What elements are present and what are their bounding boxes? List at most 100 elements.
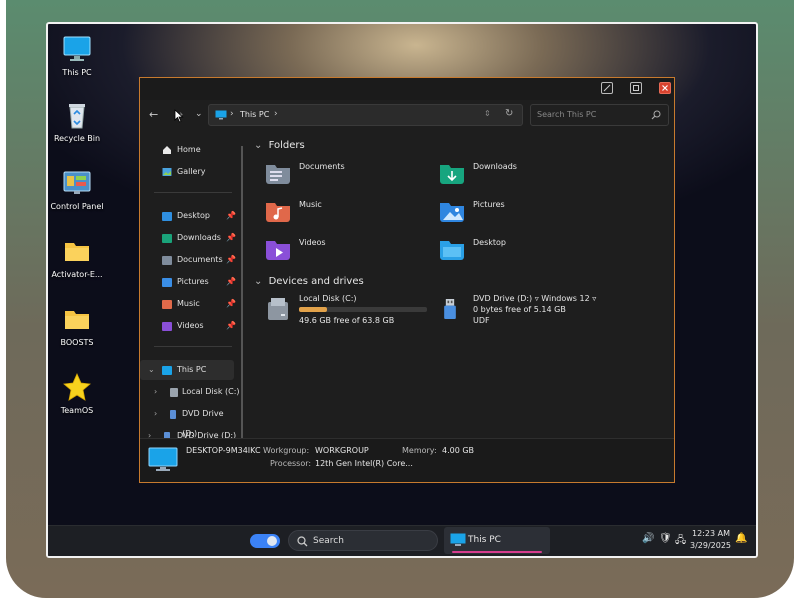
sidebar-item-label: Pictures [177, 277, 209, 286]
devices-section-header[interactable]: ⌄ Devices and drives [254, 276, 364, 287]
folder-videos[interactable]: Videos [266, 236, 436, 270]
close-button[interactable] [659, 82, 671, 94]
videos-folder-icon [266, 241, 290, 260]
documents-folder-icon [266, 165, 290, 184]
sidebar-item-label: Music [177, 299, 200, 308]
desktop-icon-boosts[interactable]: BOOSTS [48, 304, 112, 347]
navigation-toolbar: ← → ⌄ › This PC › ⇕ ↻ Search This PC [140, 102, 674, 128]
clock-time[interactable]: 12:23 AM [690, 529, 730, 538]
folder-downloads[interactable]: Downloads [440, 160, 610, 194]
pictures-folder-icon [162, 278, 172, 287]
desktop-screen: This PC Recycle Bin Control Panel Activa… [46, 22, 758, 558]
chevron-right-icon[interactable]: › [154, 404, 157, 424]
pin-icon[interactable]: 📌 [226, 250, 236, 270]
usb-drive-icon [170, 410, 176, 419]
gallery-icon [162, 168, 172, 176]
desktop-icon-this-pc[interactable]: This PC [48, 34, 112, 77]
notification-bell-icon[interactable]: 🔔 [735, 533, 747, 544]
breadcrumb-this-pc[interactable]: This PC [240, 110, 269, 119]
chevron-down-icon[interactable]: ⌄ [148, 360, 155, 380]
desktop-icon-label: Recycle Bin [53, 134, 101, 143]
sidebar-item-label: Documents [177, 255, 223, 264]
maximize-button[interactable] [630, 82, 642, 94]
sidebar-item-home[interactable]: Home [140, 140, 240, 160]
pin-icon[interactable]: 📌 [226, 316, 236, 336]
taskbar-search-label: Search [313, 536, 344, 546]
drive-local-disk[interactable]: Local Disk (C:) 49.6 GB free of 63.8 GB [266, 294, 436, 328]
taskbar: Search This PC 🔊 🛡 🖧 12:23 AM 3/29/2025 … [48, 525, 756, 556]
security-icon[interactable]: 🛡 [659, 533, 672, 544]
minimize-button[interactable] [601, 82, 613, 94]
downloads-folder-icon [162, 234, 172, 243]
taskbar-search[interactable]: Search [288, 530, 438, 551]
recycle-bin-icon [69, 104, 85, 129]
folder-label: Desktop [473, 238, 506, 247]
clock-date[interactable]: 3/29/2025 [690, 541, 731, 550]
maximize-icon [633, 85, 639, 91]
search-icon [651, 110, 661, 120]
sidebar-item-label: This PC [177, 365, 207, 374]
details-pane: DESKTOP-9M34IKC Workgroup: WORKGROUP Mem… [140, 438, 674, 482]
toggle-knob [267, 536, 277, 546]
breadcrumb-separator: › [230, 109, 234, 119]
back-arrow-icon[interactable]: ← [149, 108, 158, 121]
address-dropdown-icon[interactable]: ⇕ [484, 109, 491, 118]
drive-usage-bar [299, 307, 427, 312]
sidebar-item-music[interactable]: Music 📌 [140, 294, 240, 314]
pin-icon[interactable]: 📌 [226, 206, 236, 226]
drive-icon [170, 388, 178, 397]
drive-dvd[interactable]: DVD Drive (D:) ▿ Windows 12 ▿ 0 bytes fr… [440, 294, 640, 328]
refresh-icon[interactable]: ↻ [505, 108, 513, 119]
close-icon [662, 85, 668, 91]
workgroup-label: Workgroup: [263, 446, 310, 455]
file-explorer-window: ← → ⌄ › This PC › ⇕ ↻ Search This PC [139, 77, 675, 483]
breadcrumb-chevron-icon[interactable]: › [274, 109, 278, 119]
desktop-icon-label: Activator-E... [51, 270, 103, 279]
sidebar-item-downloads[interactable]: Downloads 📌 [140, 228, 240, 248]
drive-label: DVD Drive (D:) ▿ Windows 12 ▿ [473, 294, 597, 303]
section-title: Devices and drives [268, 276, 364, 287]
search-box[interactable]: Search This PC [530, 104, 669, 126]
sidebar-item-label: Downloads [177, 233, 221, 242]
network-icon[interactable]: 🖧 [675, 533, 686, 550]
star-icon [63, 373, 91, 401]
sidebar-item-label: Videos [177, 321, 204, 330]
sidebar-item-desktop[interactable]: Desktop 📌 [140, 206, 240, 226]
folders-section-header[interactable]: ⌄ Folders [254, 140, 305, 151]
widgets-toggle[interactable] [250, 534, 280, 548]
sidebar-item-videos[interactable]: Videos 📌 [140, 316, 240, 336]
sidebar-item-pictures[interactable]: Pictures 📌 [140, 272, 240, 292]
sidebar-item-gallery[interactable]: Gallery [140, 162, 240, 182]
chevron-down-icon: ⌄ [254, 276, 263, 287]
sidebar-item-documents[interactable]: Documents 📌 [140, 250, 240, 270]
chevron-right-icon[interactable]: › [154, 382, 157, 402]
processor-value: 12th Gen Intel(R) Core... [315, 459, 413, 468]
folder-music[interactable]: Music [266, 198, 436, 232]
folder-desktop[interactable]: Desktop [440, 236, 610, 270]
search-input-placeholder: Search This PC [537, 110, 597, 119]
address-bar[interactable]: › This PC › ⇕ ↻ [208, 104, 523, 126]
desktop-icon-label: Control Panel [50, 202, 104, 211]
monitor-icon [215, 110, 227, 120]
monitor-icon [63, 36, 91, 61]
pin-icon[interactable]: 📌 [226, 228, 236, 248]
desktop-icon-recycle-bin[interactable]: Recycle Bin [48, 100, 112, 143]
sidebar-item-dvd-drive[interactable]: › DVD Drive (D:) [140, 404, 240, 438]
folder-pictures[interactable]: Pictures [440, 198, 610, 232]
desktop-icon-teamos[interactable]: TeamOS [48, 372, 112, 415]
pin-icon[interactable]: 📌 [226, 272, 236, 292]
sidebar-divider [154, 346, 232, 347]
sidebar-item-this-pc[interactable]: ⌄ This PC [140, 360, 234, 380]
desktop-icon-control-panel[interactable]: Control Panel [48, 168, 112, 211]
chevron-down-icon[interactable]: ⌄ [195, 109, 203, 119]
desktop-icon-activator[interactable]: Activator-E... [48, 236, 112, 279]
sidebar-item-local-disk[interactable]: › Local Disk (C:) [140, 382, 240, 402]
taskbar-app-this-pc[interactable]: This PC [444, 527, 550, 554]
volume-icon[interactable]: 🔊 [642, 533, 654, 544]
pin-icon[interactable]: 📌 [226, 294, 236, 314]
desktop-icon-label: BOOSTS [60, 338, 94, 347]
folder-icon [65, 311, 89, 329]
sidebar-item-label: Desktop [177, 211, 210, 220]
sidebar-scrollbar[interactable] [241, 146, 243, 438]
folder-documents[interactable]: Documents [266, 160, 436, 194]
